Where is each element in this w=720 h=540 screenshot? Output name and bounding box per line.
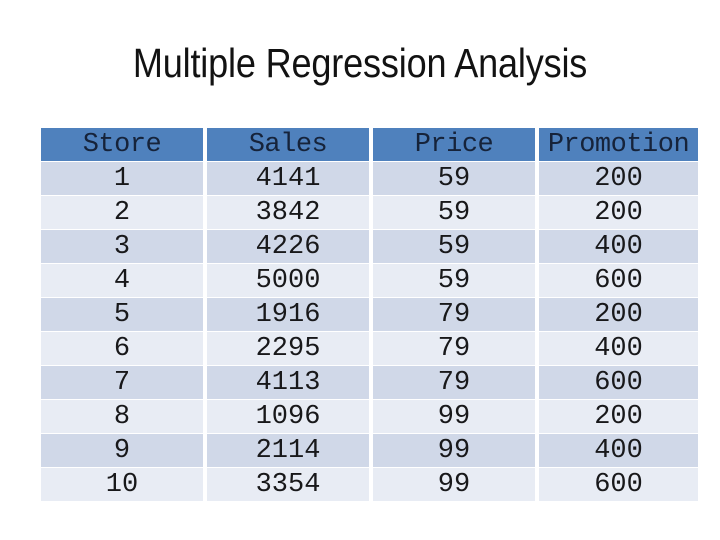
table-row: 5 1916 79 200 (41, 298, 698, 331)
cell-store: 6 (41, 332, 203, 365)
cell-store: 5 (41, 298, 203, 331)
cell-price: 79 (373, 298, 535, 331)
cell-sales: 5000 (207, 264, 369, 297)
table-body: 1 4141 59 200 2 3842 59 200 3 4226 59 40… (41, 162, 698, 501)
table-header-row: Store Sales Price Promotion (41, 128, 698, 161)
cell-store: 2 (41, 196, 203, 229)
cell-sales: 4141 (207, 162, 369, 195)
column-header-promotion[interactable]: Promotion (539, 128, 698, 161)
page-title: Multiple Regression Analysis (132, 40, 588, 86)
cell-promotion: 600 (539, 366, 698, 399)
cell-store: 10 (41, 468, 203, 501)
cell-promotion: 600 (539, 264, 698, 297)
cell-sales: 3842 (207, 196, 369, 229)
regression-data-table: Store Sales Price Promotion 1 4141 59 20… (37, 127, 702, 502)
data-table-container: Store Sales Price Promotion 1 4141 59 20… (37, 127, 698, 502)
cell-store: 1 (41, 162, 203, 195)
cell-promotion: 400 (539, 230, 698, 263)
cell-store: 3 (41, 230, 203, 263)
cell-price: 99 (373, 434, 535, 467)
cell-price: 99 (373, 468, 535, 501)
cell-sales: 2295 (207, 332, 369, 365)
cell-price: 59 (373, 162, 535, 195)
cell-sales: 4113 (207, 366, 369, 399)
column-header-sales[interactable]: Sales (207, 128, 369, 161)
cell-store: 7 (41, 366, 203, 399)
cell-price: 59 (373, 230, 535, 263)
slide-canvas: Multiple Regression Analysis Store Sales… (0, 0, 720, 540)
table-header: Store Sales Price Promotion (41, 128, 698, 161)
column-header-price[interactable]: Price (373, 128, 535, 161)
table-row: 1 4141 59 200 (41, 162, 698, 195)
cell-price: 79 (373, 366, 535, 399)
cell-promotion: 200 (539, 298, 698, 331)
column-header-store[interactable]: Store (41, 128, 203, 161)
cell-sales: 4226 (207, 230, 369, 263)
table-row: 3 4226 59 400 (41, 230, 698, 263)
table-row: 8 1096 99 200 (41, 400, 698, 433)
cell-promotion: 400 (539, 434, 698, 467)
table-row: 9 2114 99 400 (41, 434, 698, 467)
cell-promotion: 200 (539, 400, 698, 433)
table-row: 2 3842 59 200 (41, 196, 698, 229)
cell-store: 9 (41, 434, 203, 467)
cell-price: 59 (373, 264, 535, 297)
cell-store: 8 (41, 400, 203, 433)
table-row: 4 5000 59 600 (41, 264, 698, 297)
table-row: 7 4113 79 600 (41, 366, 698, 399)
cell-price: 59 (373, 196, 535, 229)
cell-sales: 2114 (207, 434, 369, 467)
cell-promotion: 200 (539, 196, 698, 229)
table-row: 6 2295 79 400 (41, 332, 698, 365)
cell-sales: 3354 (207, 468, 369, 501)
table-row: 10 3354 99 600 (41, 468, 698, 501)
cell-price: 99 (373, 400, 535, 433)
cell-price: 79 (373, 332, 535, 365)
cell-promotion: 400 (539, 332, 698, 365)
cell-sales: 1096 (207, 400, 369, 433)
cell-promotion: 200 (539, 162, 698, 195)
cell-store: 4 (41, 264, 203, 297)
cell-promotion: 600 (539, 468, 698, 501)
cell-sales: 1916 (207, 298, 369, 331)
